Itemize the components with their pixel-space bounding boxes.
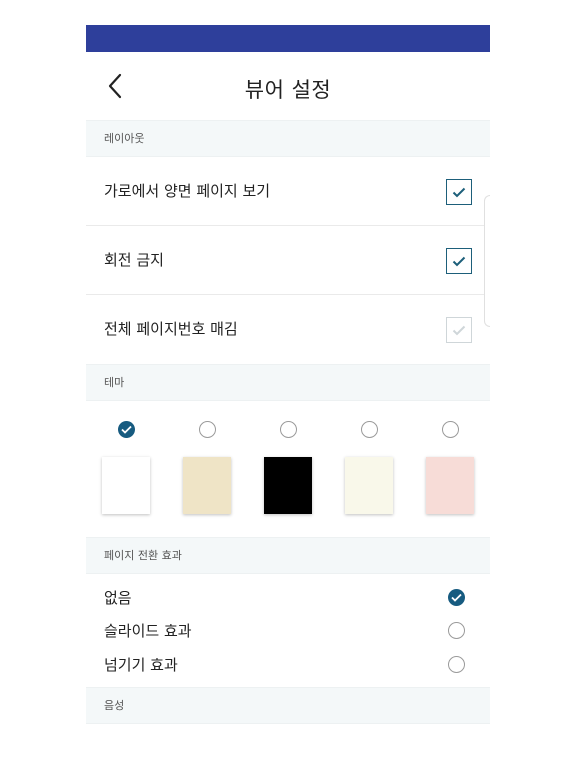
checkmark-icon bbox=[452, 325, 466, 335]
transition-label: 슬라이드 효과 bbox=[104, 622, 192, 640]
checkbox-rotation-lock[interactable] bbox=[446, 248, 472, 274]
checkbox-full-page-numbering bbox=[446, 317, 472, 343]
theme-radio-cream[interactable] bbox=[361, 421, 378, 438]
theme-radio-black[interactable] bbox=[280, 421, 297, 438]
status-bar bbox=[86, 25, 490, 52]
transition-label: 넘기기 효과 bbox=[104, 656, 178, 674]
theme-option-black[interactable] bbox=[263, 401, 313, 537]
option-label: 가로에서 양면 페이지 보기 bbox=[104, 182, 271, 200]
viewer-settings-screen: 뷰어 설정 레이아웃 가로에서 양면 페이지 보기 회전 금지 전체 페이지번호… bbox=[86, 25, 490, 768]
section-header-layout: 레이아웃 bbox=[86, 120, 490, 157]
theme-swatch-pink[interactable] bbox=[426, 457, 474, 514]
transition-option-none[interactable]: 없음 bbox=[86, 581, 490, 614]
theme-option-white[interactable] bbox=[101, 401, 151, 537]
transition-label: 없음 bbox=[104, 589, 132, 607]
section-header-page-transition: 페이지 전환 효과 bbox=[86, 537, 490, 574]
side-panel-handle[interactable] bbox=[484, 195, 490, 327]
theme-option-pink[interactable] bbox=[425, 401, 475, 537]
checkmark-icon bbox=[452, 256, 466, 266]
theme-radio-white[interactable] bbox=[118, 421, 135, 438]
theme-swatch-cream[interactable] bbox=[345, 457, 393, 514]
theme-radio-pink[interactable] bbox=[442, 421, 459, 438]
section-header-theme: 테마 bbox=[86, 364, 490, 401]
header: 뷰어 설정 bbox=[86, 52, 490, 120]
theme-option-cream[interactable] bbox=[344, 401, 394, 537]
option-landscape-two-page[interactable]: 가로에서 양면 페이지 보기 bbox=[86, 157, 490, 226]
option-full-page-numbering: 전체 페이지번호 매김 bbox=[86, 295, 490, 364]
theme-option-beige[interactable] bbox=[182, 401, 232, 537]
checkbox-landscape-two-page[interactable] bbox=[446, 179, 472, 205]
theme-swatch-white[interactable] bbox=[102, 457, 150, 514]
check-icon bbox=[121, 425, 132, 434]
checkmark-icon bbox=[452, 187, 466, 197]
section-header-voice: 음성 bbox=[86, 687, 490, 724]
theme-picker bbox=[86, 401, 490, 537]
option-label: 회전 금지 bbox=[104, 251, 164, 269]
page-title: 뷰어 설정 bbox=[244, 78, 332, 102]
theme-swatch-beige[interactable] bbox=[183, 457, 231, 514]
transition-radio-none[interactable] bbox=[448, 589, 465, 606]
transition-radio-page-curl[interactable] bbox=[448, 656, 465, 673]
option-label: 전체 페이지번호 매김 bbox=[104, 320, 238, 338]
transition-radio-slide[interactable] bbox=[448, 622, 465, 639]
transition-option-slide[interactable]: 슬라이드 효과 bbox=[86, 614, 490, 647]
option-rotation-lock[interactable]: 회전 금지 bbox=[86, 226, 490, 295]
check-icon bbox=[451, 593, 462, 602]
theme-swatch-black[interactable] bbox=[264, 457, 312, 514]
theme-radio-beige[interactable] bbox=[199, 421, 216, 438]
transition-option-page-curl[interactable]: 넘기기 효과 bbox=[86, 648, 490, 681]
